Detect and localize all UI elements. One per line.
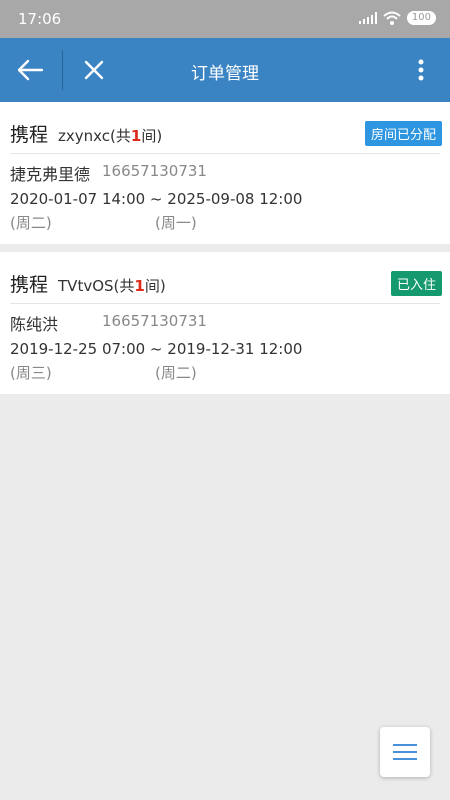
more-vertical-icon[interactable]	[411, 58, 431, 82]
guest-name: 陈纯洪	[10, 315, 59, 334]
checkout-weekday: (周一)	[155, 214, 197, 232]
room-count: 1	[134, 277, 145, 295]
guest-phone: 16657130731	[102, 162, 207, 180]
app-bar: 订单管理	[0, 38, 450, 102]
status-icons: 100	[358, 11, 436, 25]
stay-dates: 2020-01-07 14:00 ~ 2025-09-08 12:00	[10, 190, 303, 208]
checkin-weekday: (周三)	[10, 364, 52, 382]
order-card[interactable]: 携程 TVtvOS(共1间) 已入住 陈纯洪 16657130731 2019-…	[0, 252, 450, 394]
hotel-name: TVtvOS	[58, 277, 114, 295]
order-card[interactable]: 携程 zxynxc(共1间) 房间已分配 捷克弗里德 16657130731 2…	[0, 102, 450, 244]
status-badge: 已入住	[390, 271, 442, 296]
room-count-prefix: (共	[110, 127, 131, 145]
room-count-suffix: 间)	[141, 127, 163, 145]
menu-icon	[393, 744, 417, 760]
order-source: 携程	[10, 274, 49, 296]
room-count-suffix: 间)	[144, 277, 166, 295]
order-header: 携程 TVtvOS(共1间)	[10, 270, 166, 297]
checkout-weekday: (周二)	[155, 364, 197, 382]
hotel-name: zxynxc	[58, 127, 111, 145]
battery-icon: 100	[406, 11, 436, 25]
wifi-icon	[383, 11, 401, 25]
order-hotel: zxynxc(共1间)	[58, 125, 162, 146]
divider	[10, 153, 440, 154]
order-hotel: TVtvOS(共1间)	[58, 275, 166, 296]
room-count-prefix: (共	[113, 277, 135, 295]
status-time: 17:06	[18, 10, 62, 28]
order-header: 携程 zxynxc(共1间)	[10, 120, 162, 147]
room-count: 1	[130, 127, 142, 145]
page-title: 订单管理	[191, 64, 259, 84]
checkin-weekday: (周二)	[10, 214, 52, 232]
menu-button[interactable]	[380, 727, 430, 777]
status-bar: 17:06 100	[0, 0, 450, 38]
order-source: 携程	[10, 124, 49, 146]
signal-icon	[358, 12, 377, 24]
stay-dates: 2019-12-25 07:00 ~ 2019-12-31 12:00	[10, 340, 303, 358]
status-badge: 房间已分配	[364, 121, 442, 146]
divider	[10, 303, 440, 304]
guest-phone: 16657130731	[102, 312, 207, 330]
guest-name: 捷克弗里德	[10, 165, 91, 184]
